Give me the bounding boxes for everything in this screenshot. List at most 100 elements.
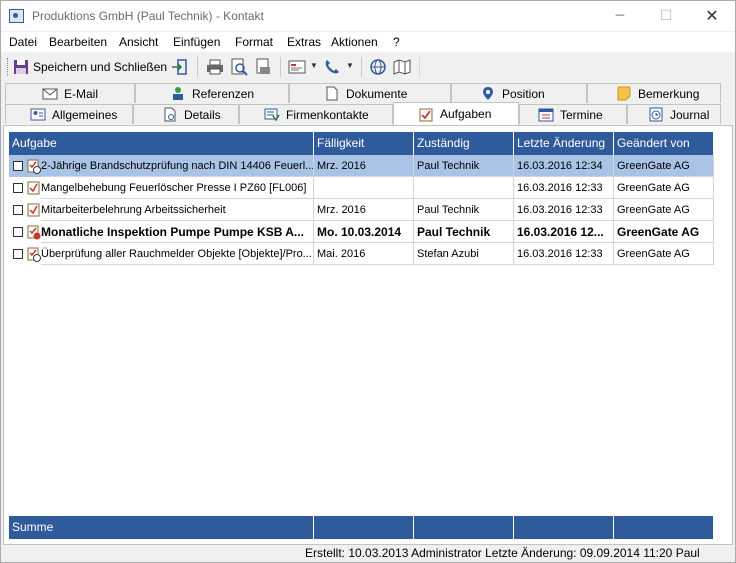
- summary-cell: [314, 516, 414, 539]
- row-checkbox[interactable]: [13, 161, 23, 171]
- row-checkbox[interactable]: [13, 183, 23, 193]
- print-icon[interactable]: [206, 58, 224, 76]
- cell-geaendert-von: GreenGate AG: [614, 199, 714, 221]
- status-bar: Erstellt: 10.03.2013 Administrator Letzt…: [1, 545, 735, 562]
- cell-letzte-aenderung: 16.03.2016 12:34: [514, 155, 614, 177]
- recurring-task-icon: [27, 159, 41, 174]
- card-view-icon[interactable]: [288, 58, 306, 76]
- summary-cell: [514, 516, 614, 539]
- document-icon: [326, 86, 338, 101]
- cell-aufgabe: Monatliche Inspektion Pumpe Pumpe KSB A.…: [41, 221, 314, 243]
- toolbar-grip[interactable]: [7, 58, 10, 76]
- cell-aufgabe: 2-Jährige Brandschutzprüfung nach DIN 14…: [41, 155, 314, 177]
- tab-email[interactable]: E-Mail: [5, 83, 135, 103]
- table-row[interactable]: Monatliche Inspektion Pumpe Pumpe KSB A.…: [9, 221, 714, 243]
- menu-help[interactable]: ?: [393, 35, 400, 49]
- cell-geaendert-von: GreenGate AG: [614, 243, 714, 265]
- column-header-faelligkeit[interactable]: Fälligkeit: [314, 132, 414, 155]
- menu-aktionen[interactable]: Aktionen: [331, 35, 378, 49]
- cell-geaendert-von: GreenGate AG: [614, 177, 714, 199]
- column-header-aufgabe[interactable]: Aufgabe: [9, 132, 314, 155]
- column-header-letzte-aenderung[interactable]: Letzte Änderung: [514, 132, 614, 155]
- title-bar: Produktions GmbH (Paul Technik) - Kontak…: [1, 1, 735, 31]
- mail-icon: [42, 88, 58, 100]
- toolbar-separator: [280, 57, 281, 77]
- chevron-down-icon[interactable]: ▼: [346, 61, 354, 70]
- tasks-panel: Aufgabe Fälligkeit Zuständig Letzte Ände…: [3, 125, 733, 545]
- tab-journal-label: Journal: [670, 107, 710, 122]
- menu-einfuegen[interactable]: Einfügen: [173, 35, 220, 49]
- globe-icon[interactable]: [369, 58, 387, 76]
- minimize-button[interactable]: ─: [597, 1, 643, 31]
- save-and-close-button[interactable]: Speichern und Schließen: [13, 56, 167, 78]
- maximize-button[interactable]: ☐: [643, 1, 689, 31]
- note-icon: [617, 86, 631, 101]
- tab-position-label: Position: [502, 86, 545, 101]
- exit-icon[interactable]: [171, 58, 189, 76]
- references-icon: [173, 87, 183, 100]
- page-setup-icon[interactable]: [254, 58, 272, 76]
- tab-strip: E-Mail Referenzen Dokumente Position Bem…: [1, 83, 735, 125]
- location-pin-icon: [483, 87, 493, 100]
- tab-bemerkung[interactable]: Bemerkung: [587, 83, 721, 103]
- summary-label: Summe: [9, 516, 314, 539]
- tab-allgemeines[interactable]: Allgemeines: [5, 104, 133, 124]
- cell-aufgabe: Mitarbeiterbelehrung Arbeitssicherheit: [41, 199, 314, 221]
- task-icon: [27, 203, 40, 217]
- menu-datei[interactable]: Datei: [9, 35, 37, 49]
- menu-ansicht[interactable]: Ansicht: [119, 35, 158, 49]
- toolbar-separator: [197, 57, 198, 77]
- table-row[interactable]: Mangelbehebung Feuerlöscher Presse I PZ6…: [9, 177, 714, 199]
- cell-faelligkeit: Mrz. 2016: [314, 155, 414, 177]
- details-icon: [164, 107, 176, 122]
- tab-referenzen[interactable]: Referenzen: [135, 83, 289, 103]
- window-title: Produktions GmbH (Paul Technik) - Kontak…: [32, 9, 264, 23]
- menu-bar: Datei Bearbeiten Ansicht Einfügen Format…: [1, 32, 735, 52]
- tab-firmenkontakte[interactable]: Firmenkontakte: [239, 104, 393, 124]
- map-icon[interactable]: [393, 58, 411, 76]
- menu-format[interactable]: Format: [235, 35, 273, 49]
- tab-journal[interactable]: Journal: [627, 104, 721, 124]
- cell-faelligkeit: Mrz. 2016: [314, 199, 414, 221]
- toolbar: Speichern und Schließen ▼ ▼: [1, 53, 735, 81]
- close-button[interactable]: ✕: [689, 1, 735, 31]
- cell-letzte-aenderung: 16.03.2016 12:33: [514, 177, 614, 199]
- row-checkbox[interactable]: [13, 205, 23, 215]
- tab-allgemeines-label: Allgemeines: [52, 107, 118, 122]
- row-checkbox[interactable]: [13, 249, 23, 259]
- tab-dokumente[interactable]: Dokumente: [289, 83, 451, 103]
- cell-letzte-aenderung: 16.03.2016 12...: [514, 221, 614, 243]
- contact-card-icon: [30, 108, 46, 121]
- table-row[interactable]: Mitarbeiterbelehrung Arbeitssicherheit M…: [9, 199, 714, 221]
- cell-faelligkeit: Mo. 10.03.2014: [314, 221, 414, 243]
- recurring-task-icon: [27, 247, 41, 262]
- print-preview-icon[interactable]: [230, 58, 248, 76]
- chevron-down-icon[interactable]: ▼: [310, 61, 318, 70]
- phone-icon[interactable]: [323, 58, 341, 76]
- cell-faelligkeit: [314, 177, 414, 199]
- tab-referenzen-label: Referenzen: [192, 86, 255, 101]
- tab-details[interactable]: Details: [133, 104, 239, 124]
- cell-zustaendig: Paul Technik: [414, 199, 514, 221]
- tab-aufgaben-label: Aufgaben: [440, 107, 492, 121]
- overdue-recurring-task-icon: [27, 225, 41, 240]
- menu-extras[interactable]: Extras: [287, 35, 321, 49]
- toolbar-end: [419, 57, 420, 77]
- summary-cell: [414, 516, 514, 539]
- column-header-geaendert-von[interactable]: Geändert von: [614, 132, 714, 155]
- column-header-zustaendig[interactable]: Zuständig: [414, 132, 514, 155]
- tab-position[interactable]: Position: [451, 83, 587, 103]
- status-text: Erstellt: 10.03.2013 Administrator Letzt…: [305, 546, 700, 560]
- tab-termine[interactable]: Termine: [519, 104, 627, 124]
- cell-faelligkeit: Mai. 2016: [314, 243, 414, 265]
- cell-zustaendig: [414, 177, 514, 199]
- tab-aufgaben[interactable]: Aufgaben: [393, 102, 519, 125]
- cell-aufgabe: Mangelbehebung Feuerlöscher Presse I PZ6…: [41, 177, 314, 199]
- table-row[interactable]: 2-Jährige Brandschutzprüfung nach DIN 14…: [9, 155, 714, 177]
- table-row[interactable]: Überprüfung aller Rauchmelder Objekte [O…: [9, 243, 714, 265]
- cell-zustaendig: Stefan Azubi: [414, 243, 514, 265]
- row-checkbox[interactable]: [13, 227, 23, 237]
- tab-bemerkung-label: Bemerkung: [638, 86, 700, 101]
- company-contacts-icon: [264, 108, 280, 122]
- menu-bearbeiten[interactable]: Bearbeiten: [49, 35, 107, 49]
